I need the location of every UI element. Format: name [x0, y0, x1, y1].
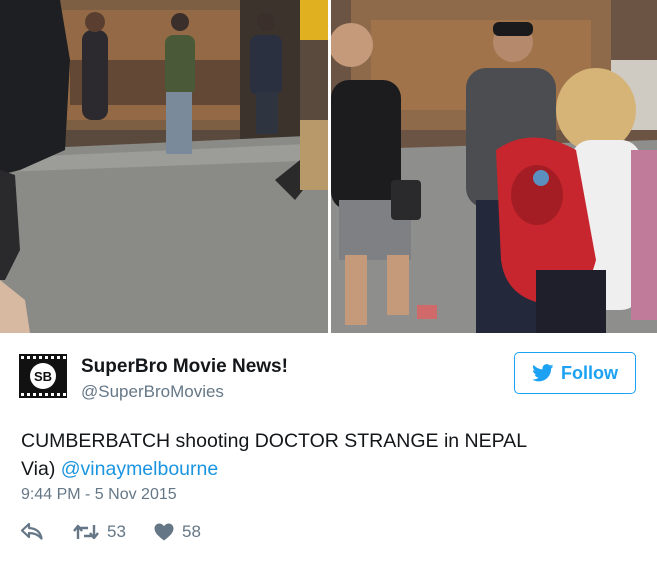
timestamp[interactable]: 9:44 PM - 5 Nov 2015 — [21, 486, 177, 504]
tweet-text-via: Via) — [21, 458, 56, 480]
tweet-text-main: CUMBERBATCH shooting DOCTOR STRANGE in N… — [21, 430, 528, 452]
tweet-text: CUMBERBATCH shooting DOCTOR STRANGE in N… — [21, 427, 631, 483]
tweet-card: SB SuperBro Movie News! @SuperBroMovies … — [0, 0, 657, 561]
avatar[interactable]: SB — [19, 352, 67, 400]
display-name[interactable]: SuperBro Movie News! — [81, 356, 288, 378]
mention-link[interactable]: @vinaymelbourne — [61, 458, 218, 480]
heart-icon — [154, 523, 174, 541]
tweet-text-line2: Via) @vinaymelbourne — [21, 455, 631, 483]
tweet-media — [0, 0, 657, 333]
reply-button[interactable] — [21, 522, 43, 540]
retweet-icon — [73, 524, 99, 540]
like-button[interactable]: 58 — [154, 522, 201, 542]
reply-icon — [21, 522, 43, 540]
like-count: 58 — [182, 522, 201, 541]
follow-button-label: Follow — [561, 362, 618, 383]
retweet-button[interactable]: 53 — [73, 522, 126, 542]
retweet-count: 53 — [107, 522, 126, 541]
user-handle[interactable]: @SuperBroMovies — [81, 382, 224, 402]
bird-icon — [532, 364, 554, 382]
photo-street-market-right[interactable] — [331, 0, 657, 333]
follow-button[interactable]: Follow — [514, 352, 636, 394]
photo-street-market-left[interactable] — [0, 0, 328, 333]
avatar-logo-text: SB — [34, 369, 52, 384]
